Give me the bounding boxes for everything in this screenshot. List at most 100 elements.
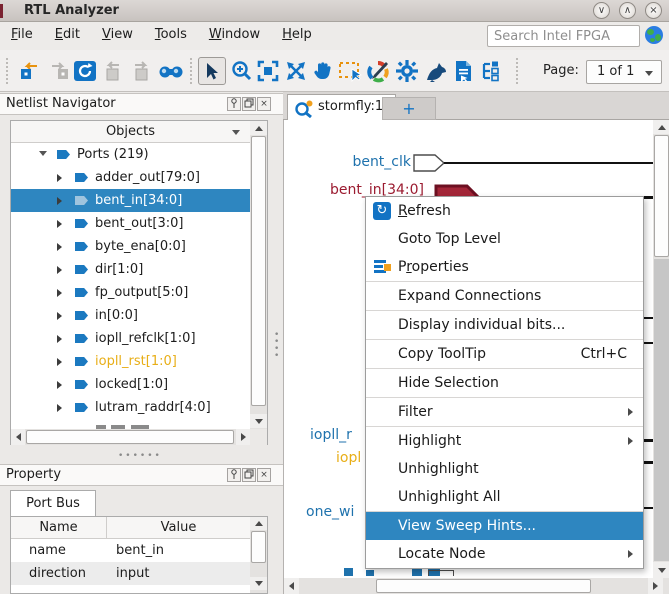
pin-icon[interactable]: [227, 468, 241, 482]
expand-icon[interactable]: [57, 335, 62, 343]
menu-item-view-sweep-hints[interactable]: View Sweep Hints...: [366, 512, 643, 540]
scroll-down-icon[interactable]: [250, 577, 267, 590]
panel-splitter[interactable]: ••••••: [118, 451, 162, 461]
new-tab-button[interactable]: +: [382, 97, 436, 120]
port-label-one-wire-clipped[interactable]: one_wi: [306, 504, 365, 520]
find-icon[interactable]: [158, 59, 182, 83]
menu-item-copy-tooltip[interactable]: Copy ToolTipCtrl+C: [366, 340, 643, 368]
property-vscroll-thumb[interactable]: [251, 531, 266, 563]
menu-tools[interactable]: Tools: [144, 22, 198, 46]
tree-item-adder-out-79-0-[interactable]: adder_out[79:0]: [11, 166, 250, 189]
menu-item-refresh[interactable]: ↻Refresh: [366, 197, 643, 225]
menu-view[interactable]: View: [91, 22, 144, 46]
input-port-icon[interactable]: [413, 154, 445, 172]
menu-edit[interactable]: Edit: [44, 22, 91, 46]
search-input[interactable]: [487, 25, 640, 47]
tree-item-bent-out-3-0-[interactable]: bent_out[3:0]: [11, 212, 250, 235]
expand-icon[interactable]: [57, 220, 62, 228]
close-icon[interactable]: ×: [257, 97, 271, 111]
maximize-icon[interactable]: ∧: [619, 2, 636, 19]
tree-item-iopll-rst-1-0-[interactable]: iopll_rst[1:0]: [11, 350, 250, 373]
vertical-splitter[interactable]: ••••: [274, 332, 280, 360]
forward-icon[interactable]: [47, 59, 71, 83]
tree-item-locked-1-0-[interactable]: locked[1:0]: [11, 373, 250, 396]
expand-icon[interactable]: [57, 312, 62, 320]
scroll-up-icon[interactable]: [250, 517, 267, 530]
column-header-value[interactable]: Value: [106, 517, 250, 539]
tree-item-iopll-refclk-1-0-[interactable]: iopll_refclk[1:0]: [11, 327, 250, 350]
prev-sheet-icon[interactable]: [101, 59, 125, 83]
tree-hscroll-thumb[interactable]: [26, 430, 234, 444]
menu-window[interactable]: Window: [198, 22, 271, 46]
report-icon[interactable]: [451, 59, 475, 83]
tree-column-header[interactable]: Objects: [11, 121, 250, 143]
rubber-band-icon[interactable]: [338, 59, 362, 83]
back-icon[interactable]: [18, 59, 42, 83]
expand-icon[interactable]: [57, 404, 62, 412]
expand-icon[interactable]: [284, 59, 308, 83]
pin-icon[interactable]: [227, 97, 241, 111]
menu-item-filter[interactable]: Filter: [366, 398, 643, 426]
menu-item-hide-selection[interactable]: Hide Selection: [366, 369, 643, 397]
scroll-left-icon[interactable]: [11, 429, 25, 445]
tree-item-ports-219-[interactable]: Ports (219): [11, 143, 250, 166]
schematic-canvas[interactable]: bent_clk bent_in[34:0] iopll_r iopl one_…: [283, 120, 669, 594]
page-selector[interactable]: 1 of 1: [586, 60, 662, 84]
scroll-down-icon[interactable]: [653, 562, 669, 578]
port-label-iopll-rst-clipped[interactable]: iopl: [336, 450, 365, 466]
canvas-hscroll-thumb[interactable]: [376, 579, 591, 593]
column-header-name[interactable]: Name: [11, 517, 106, 539]
canvas-vscroll-thumb[interactable]: [654, 135, 669, 257]
color-wheel-icon[interactable]: [366, 59, 390, 83]
menu-item-properties[interactable]: Properties: [366, 253, 643, 281]
menu-help[interactable]: Help: [271, 22, 323, 46]
menu-item-unhighlight[interactable]: Unhighlight: [366, 455, 643, 483]
property-row-direction[interactable]: directioninput: [11, 562, 250, 585]
menu-file[interactable]: File: [0, 22, 44, 46]
scroll-right-icon[interactable]: [648, 578, 663, 594]
scroll-right-icon[interactable]: [236, 429, 250, 445]
scroll-up-icon[interactable]: [250, 121, 267, 135]
scroll-up-icon[interactable]: [653, 120, 669, 134]
expand-icon[interactable]: [57, 289, 62, 297]
tab-stormfly[interactable]: stormfly:1: [287, 94, 396, 120]
tree-item-fp-output-5-0-[interactable]: fp_output[5:0]: [11, 281, 250, 304]
menu-item-locate-node[interactable]: Locate Node: [366, 540, 643, 568]
tree-vscroll-thumb[interactable]: [251, 136, 266, 406]
canvas-vscroll-track[interactable]: [654, 259, 669, 561]
menu-item-goto-top-level[interactable]: Goto Top Level: [366, 225, 643, 253]
tree-item-byte-ena-0-0-[interactable]: byte_ena[0:0]: [11, 235, 250, 258]
select-tool-icon[interactable]: [198, 57, 226, 85]
menu-item-display-individual-bits[interactable]: Display individual bits...: [366, 311, 643, 339]
tab-port-bus[interactable]: Port Bus: [10, 490, 96, 517]
collapse-icon[interactable]: [39, 151, 47, 156]
minimize-icon[interactable]: ∨: [593, 2, 610, 19]
tree-item-bent-in-34-0-[interactable]: bent_in[34:0]: [11, 189, 250, 212]
menu-item-unhighlight-all[interactable]: Unhighlight All: [366, 483, 643, 511]
close-icon[interactable]: ×: [645, 2, 662, 19]
menu-item-expand-connections[interactable]: Expand Connections: [366, 282, 643, 310]
port-label-bent-clk[interactable]: bent_clk: [346, 154, 411, 170]
tree-item-in-0-0-[interactable]: in[0:0]: [11, 304, 250, 327]
port-label-iopll-refclk-clipped[interactable]: iopll_r: [310, 427, 365, 443]
scroll-down-icon[interactable]: [250, 414, 267, 428]
expand-icon[interactable]: [57, 243, 62, 251]
float-icon[interactable]: [242, 97, 256, 111]
pan-icon[interactable]: [311, 59, 335, 83]
globe-icon[interactable]: [645, 26, 663, 44]
hierarchy-icon[interactable]: [479, 59, 503, 83]
tree-item-lutram-raddr-4-0-[interactable]: lutram_raddr[4:0]: [11, 396, 250, 419]
float-icon[interactable]: [242, 468, 256, 482]
expand-icon[interactable]: [57, 174, 62, 182]
zoom-in-icon[interactable]: [230, 59, 254, 83]
close-icon[interactable]: ×: [257, 468, 271, 482]
expand-icon[interactable]: [57, 266, 62, 274]
next-sheet-icon[interactable]: [129, 59, 153, 83]
refresh-icon[interactable]: [73, 59, 97, 83]
settings-gear-icon[interactable]: [395, 59, 419, 83]
expand-icon[interactable]: [57, 197, 62, 205]
bird-icon[interactable]: [423, 59, 447, 83]
scroll-left-icon[interactable]: [284, 578, 299, 594]
property-row-name[interactable]: namebent_in: [11, 539, 250, 562]
menu-item-highlight[interactable]: Highlight: [366, 427, 643, 455]
